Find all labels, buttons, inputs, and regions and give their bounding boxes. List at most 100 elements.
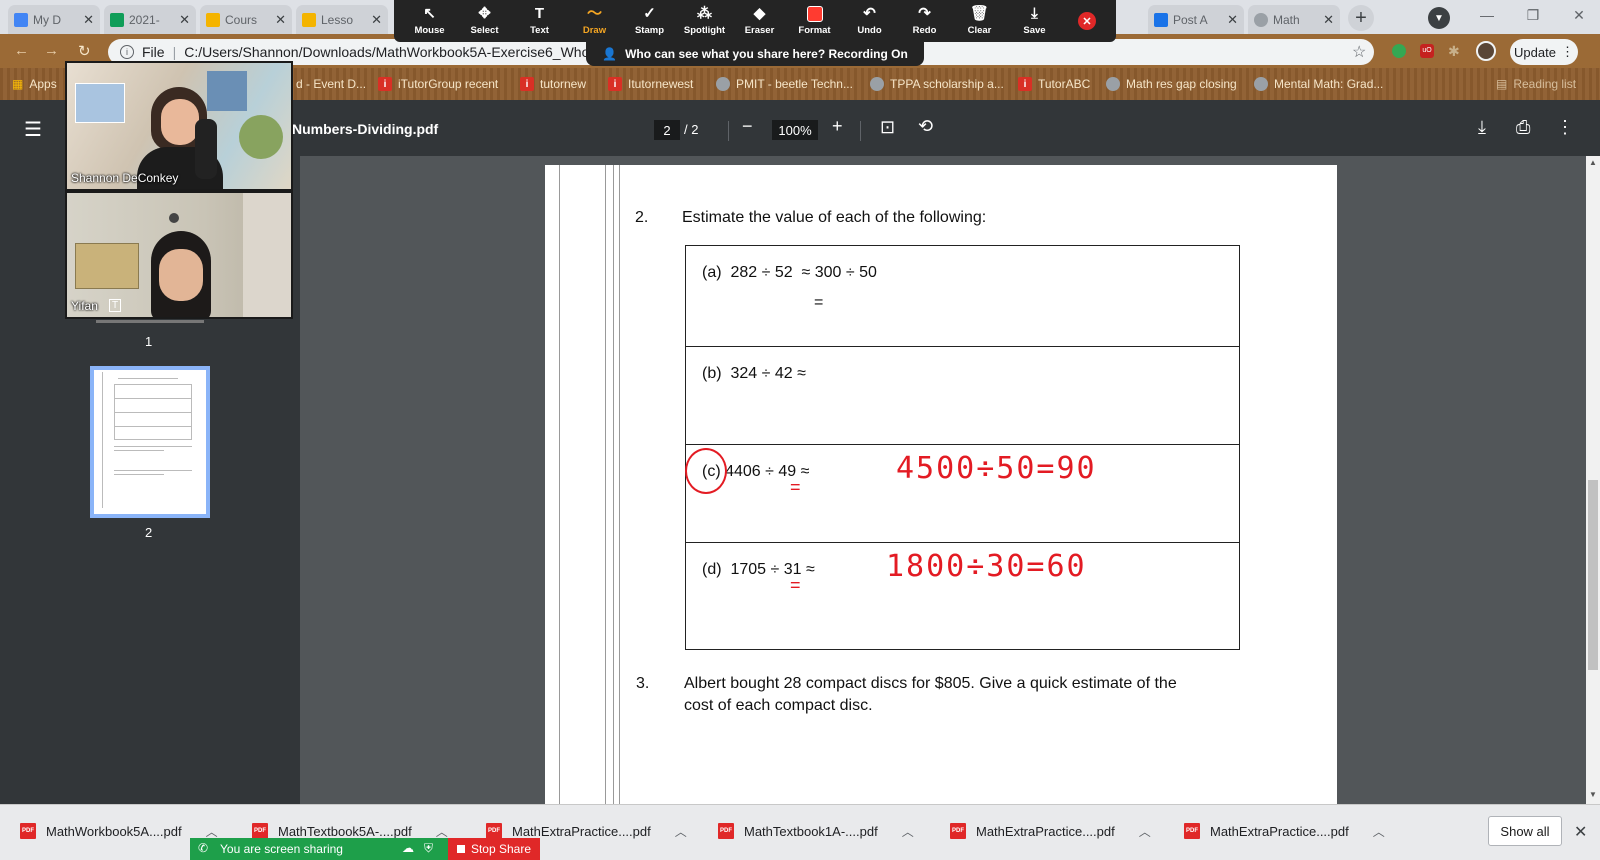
bookmark-tppa[interactable]: TPPA scholarship a...	[870, 75, 1004, 93]
close-window-button[interactable]: ✕	[1556, 0, 1600, 30]
show-all-downloads-button[interactable]: Show all	[1488, 816, 1562, 846]
chevron-up-icon[interactable]: ︿	[902, 823, 914, 840]
more-vert-icon[interactable]: ⋮	[1556, 117, 1574, 138]
close-icon[interactable]: ✕	[1574, 822, 1587, 842]
close-toolbar-icon[interactable]: ✕	[1078, 12, 1096, 30]
page-number-input[interactable]: 2	[654, 120, 680, 140]
bookmark-tutornew[interactable]: i tutornew	[520, 75, 586, 93]
minus-icon: −	[742, 116, 753, 136]
tab-2[interactable]: 2021- ✕	[104, 5, 196, 34]
extension-icon[interactable]	[1392, 44, 1406, 58]
scroll-up-icon[interactable]: ▲	[1589, 158, 1597, 167]
minimize-button[interactable]: —	[1464, 0, 1510, 30]
tab-5[interactable]: Post A ✕	[1148, 5, 1244, 34]
close-icon[interactable]: ✕	[1323, 12, 1334, 28]
save-tool[interactable]: ⤓ Save	[1007, 0, 1062, 42]
close-icon[interactable]: ✕	[83, 12, 94, 28]
scrollbar-thumb[interactable]	[1588, 480, 1598, 670]
closed-caption-icon: T	[109, 299, 122, 312]
zoom-out-button[interactable]: −	[742, 116, 753, 137]
curtain	[243, 193, 291, 317]
page-count: / 2	[684, 122, 699, 137]
bookmark-pmit[interactable]: PMIT - beetle Techn...	[716, 75, 853, 93]
row-approx: ≈	[797, 365, 806, 382]
scroll-down-icon[interactable]: ▼	[1589, 790, 1597, 799]
restore-button[interactable]: ❐	[1510, 0, 1556, 30]
text-tool[interactable]: T Text	[512, 0, 567, 42]
rotate-icon[interactable]: ⟲	[918, 116, 933, 137]
tab-3[interactable]: Cours ✕	[200, 5, 292, 34]
question-text: cost of each compact disc.	[684, 697, 873, 714]
spotlight-tool[interactable]: ⁂ Spotlight	[677, 0, 732, 42]
bookmark-apps[interactable]: ▦ Apps	[12, 75, 57, 93]
star-icon[interactable]: ☆	[1352, 42, 1366, 62]
bookmark-itutornewest[interactable]: i Itutornewest	[608, 75, 693, 93]
pdf-file-icon: PDF	[20, 823, 36, 839]
menu-icon[interactable]: ☰	[24, 117, 42, 142]
undo-tool[interactable]: ↶ Undo	[842, 0, 897, 42]
redo-tool[interactable]: ↷ Redo	[897, 0, 952, 42]
tab-search-button[interactable]: ▼	[1428, 7, 1450, 29]
annotation-underline: =	[790, 575, 801, 595]
bookmark-mental-math[interactable]: Mental Math: Grad...	[1254, 75, 1383, 93]
question-text: Albert bought 28 compact discs for $805.…	[684, 675, 1177, 692]
clear-tool[interactable]: 🗑 Clear	[952, 0, 1007, 42]
close-icon[interactable]: ✕	[275, 12, 286, 28]
select-tool[interactable]: ✥ Select	[457, 0, 512, 42]
chevron-up-icon[interactable]: ︿	[206, 823, 218, 840]
participant-video-1[interactable]: Shannon DeConkey	[65, 61, 293, 191]
close-icon[interactable]: ✕	[179, 12, 190, 28]
draw-tool[interactable]: 〜 Draw	[567, 0, 622, 42]
back-icon[interactable]: ←	[14, 42, 29, 59]
itutor-icon: i	[520, 77, 534, 91]
close-icon: ✕	[1573, 6, 1585, 23]
thumbnail-page-1[interactable]	[96, 320, 204, 323]
tab-6[interactable]: Math ✕	[1248, 5, 1340, 34]
download-item[interactable]: PDF MathExtraPractice....pdf ︿	[1184, 820, 1385, 842]
chevron-up-icon[interactable]: ︿	[436, 823, 448, 840]
chevron-up-icon[interactable]: ︿	[1139, 823, 1151, 840]
download-item[interactable]: PDF MathWorkbook5A....pdf ︿	[20, 820, 218, 842]
download-item[interactable]: PDF MathTextbook1A-....pdf ︿	[718, 820, 914, 842]
bookmark-itutorgroup[interactable]: i iTutorGroup recent	[378, 75, 498, 93]
new-tab-button[interactable]: +	[1348, 5, 1374, 31]
info-icon[interactable]: i	[120, 45, 134, 59]
print-icon[interactable]: ⎙	[1516, 117, 1530, 138]
chevron-up-icon[interactable]: ︿	[675, 823, 687, 840]
annotation-toolbar: ↖ Mouse ✥ Select T Text 〜 Draw ✓ Stamp ⁂ Spotlight ◆…	[394, 0, 1116, 42]
tab-1[interactable]: My D ✕	[8, 5, 100, 34]
stamp-tool[interactable]: ✓ Stamp	[622, 0, 677, 42]
fit-page-icon[interactable]: ⊡	[880, 117, 895, 138]
bookmark-math-res[interactable]: Math res gap closing	[1106, 75, 1237, 93]
row-approx: ≈	[800, 463, 810, 480]
participant-video-2[interactable]: Yifan T	[65, 191, 293, 319]
chair	[195, 119, 217, 179]
puzzle-icon[interactable]: ✱	[1448, 43, 1460, 60]
zoom-level-input[interactable]: 100%	[772, 120, 818, 140]
eraser-icon: ◆	[753, 5, 766, 22]
download-icon[interactable]: ⤓	[1478, 117, 1486, 138]
stop-share-button[interactable]: Stop Share	[448, 838, 540, 860]
bookmark-tutorabc[interactable]: i TutorABC	[1018, 75, 1090, 93]
close-icon[interactable]: ✕	[1227, 12, 1238, 28]
ublock-icon[interactable]: uO	[1420, 44, 1434, 58]
thumbnail-page-2[interactable]	[90, 366, 210, 518]
download-item[interactable]: PDF MathExtraPractice....pdf ︿	[950, 820, 1151, 842]
forward-icon[interactable]: →	[44, 42, 59, 59]
reading-list[interactable]: ▤ Reading list	[1496, 75, 1576, 93]
screen-share-bar: ✆ You are screen sharing ☁ ⛨ Stop Share	[190, 838, 540, 860]
eraser-tool[interactable]: ◆ Eraser	[732, 0, 787, 42]
reload-icon[interactable]: ↻	[78, 42, 91, 60]
zoom-in-button[interactable]: +	[832, 116, 843, 137]
row-label: (d)	[702, 561, 722, 578]
mouse-tool[interactable]: ↖ Mouse	[402, 0, 457, 42]
update-button[interactable]: Update ⋮	[1510, 39, 1578, 65]
row-expression: 282 ÷ 52	[730, 264, 793, 281]
chevron-up-icon[interactable]: ︿	[1373, 823, 1385, 840]
bookmark-event[interactable]: d - Event D...	[296, 75, 366, 93]
close-icon[interactable]: ✕	[371, 12, 382, 28]
format-tool[interactable]: Format	[787, 0, 842, 42]
avatar[interactable]	[1476, 41, 1496, 61]
tab-4[interactable]: Lesso ✕	[296, 5, 388, 34]
map-poster	[75, 243, 139, 289]
